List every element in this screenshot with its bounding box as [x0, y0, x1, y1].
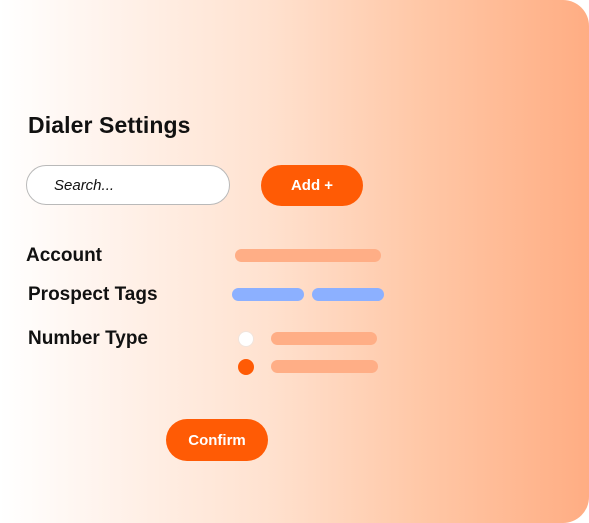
- prospect-tag-chip[interactable]: [232, 288, 304, 301]
- number-type-option-1-label: [271, 332, 377, 345]
- prospect-tag-chip[interactable]: [312, 288, 384, 301]
- add-button[interactable]: Add +: [261, 165, 363, 206]
- number-type-radio-1[interactable]: [238, 331, 254, 347]
- number-type-radio-2[interactable]: [238, 359, 254, 375]
- prospect-tags-label: Prospect Tags: [28, 284, 158, 305]
- page-title: Dialer Settings: [28, 112, 191, 138]
- dialer-settings-panel: Dialer Settings Add + Account Prospect T…: [0, 0, 589, 523]
- account-field[interactable]: [235, 249, 381, 262]
- number-type-option-2-label: [271, 360, 378, 373]
- confirm-button[interactable]: Confirm: [166, 419, 268, 461]
- number-type-label: Number Type: [28, 328, 149, 349]
- search-input[interactable]: [26, 165, 230, 205]
- account-label: Account: [26, 245, 102, 266]
